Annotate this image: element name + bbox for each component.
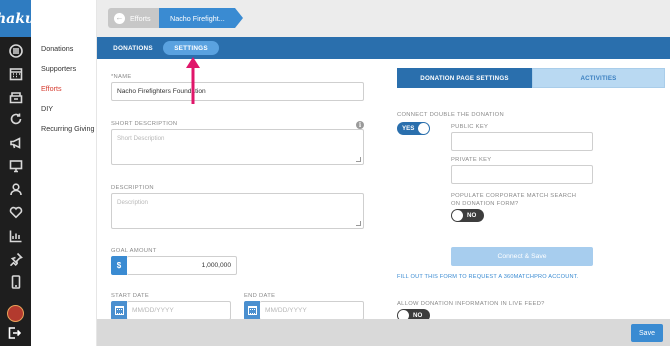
calendar-icon[interactable] — [244, 301, 260, 320]
populate-label: POPULATE CORPORATE MATCH SEARCH — [451, 193, 577, 199]
settings-panel: *NAME Nacho Firefighters Foundation SHOR… — [97, 59, 670, 346]
haku-logo[interactable]: haku — [0, 0, 35, 37]
arrow-left-icon: ← — [114, 12, 125, 24]
breadcrumb-back-button[interactable]: ← Efforts — [108, 8, 159, 28]
resize-handle[interactable] — [356, 221, 361, 226]
live-feed-label: ALLOW DONATION INFORMATION IN LIVE FEED? — [397, 301, 545, 307]
info-icon[interactable]: i — [356, 121, 364, 129]
breadcrumb-current: Nacho Firefight... — [159, 8, 243, 28]
start-date-field[interactable]: MM/DD/YYYY — [127, 301, 231, 320]
annotation-arrow — [186, 57, 200, 104]
action-bar: Save — [97, 319, 670, 346]
app-window: haku Donations Supporters Efforts DIY Re… — [0, 0, 670, 346]
description-field[interactable]: Description — [111, 193, 364, 229]
connect-save-button[interactable]: Connect & Save — [451, 247, 593, 266]
populate-toggle[interactable]: NO — [451, 209, 484, 222]
short-description-label: SHORT DESCRIPTION — [111, 121, 178, 127]
connect-label: CONNECT DOUBLE THE DONATION — [397, 112, 504, 118]
description-placeholder: Description — [117, 199, 148, 206]
subnav-item-recurring-giving[interactable]: Recurring Giving — [41, 124, 95, 133]
end-date-label: END DATE — [244, 293, 276, 299]
name-field[interactable]: Nacho Firefighters Foundation — [111, 82, 364, 101]
live-feed-toggle-label: NO — [413, 312, 423, 319]
tab-settings[interactable]: SETTINGS — [163, 41, 219, 55]
bar-chart-icon[interactable] — [7, 227, 24, 244]
tab-activities[interactable]: ACTIVITIES — [532, 68, 665, 88]
user-avatar[interactable] — [7, 305, 24, 322]
goal-amount-field[interactable]: 1,000,000 — [127, 256, 237, 275]
heart-icon[interactable] — [7, 203, 24, 220]
short-description-placeholder: Short Description — [117, 135, 165, 142]
logout-icon[interactable] — [7, 326, 24, 341]
tab-bar: DONATIONS SETTINGS — [97, 37, 670, 59]
calendar-icon[interactable] — [7, 65, 24, 82]
public-key-field[interactable] — [451, 132, 593, 151]
populate-toggle-label: NO — [467, 212, 477, 219]
icon-rail: haku — [0, 0, 35, 346]
request-account-link[interactable]: FILL OUT THIS FORM TO REQUEST A 360MATCH… — [397, 274, 578, 280]
start-date-label: START DATE — [111, 293, 150, 299]
mobile-icon[interactable] — [7, 273, 24, 290]
dollar-prefix: $ — [111, 256, 127, 275]
short-description-field[interactable]: Short Description — [111, 129, 364, 165]
breadcrumb: ← Efforts Nacho Firefight... — [97, 0, 670, 37]
calendar-icon[interactable] — [111, 301, 127, 320]
refresh-icon[interactable] — [7, 110, 24, 127]
section-nav: Donations Supporters Efforts DIY Recurri… — [31, 0, 97, 346]
subnav-item-donations[interactable]: Donations — [41, 44, 73, 53]
save-button[interactable]: Save — [631, 324, 663, 342]
populate-label-line2: ON DONATION FORM? — [451, 201, 519, 207]
name-label: *NAME — [111, 74, 132, 80]
private-key-field[interactable] — [451, 165, 593, 184]
start-date-placeholder: MM/DD/YYYY — [132, 307, 174, 314]
private-key-label: PRIVATE KEY — [451, 157, 492, 163]
connect-toggle[interactable]: YES — [397, 122, 430, 135]
megaphone-icon[interactable] — [7, 134, 24, 151]
end-date-placeholder: MM/DD/YYYY — [265, 307, 307, 314]
breadcrumb-back-label: Efforts — [130, 13, 151, 23]
users-icon[interactable] — [7, 180, 24, 197]
goal-amount-label: GOAL AMOUNT — [111, 248, 157, 254]
subnav-item-supporters[interactable]: Supporters — [41, 64, 76, 73]
connect-toggle-label: YES — [402, 125, 415, 132]
pin-icon[interactable] — [7, 250, 24, 267]
description-label: DESCRIPTION — [111, 185, 154, 191]
inbox-icon[interactable] — [7, 88, 24, 105]
subnav-item-diy[interactable]: DIY — [41, 104, 53, 113]
public-key-label: PUBLIC KEY — [451, 124, 489, 130]
resize-handle[interactable] — [356, 157, 361, 162]
monitor-icon[interactable] — [7, 157, 24, 174]
tab-donation-page-settings[interactable]: DONATION PAGE SETTINGS — [397, 68, 532, 88]
dashboard-icon[interactable] — [7, 42, 24, 59]
subnav-item-efforts[interactable]: Efforts — [41, 84, 62, 93]
tab-donations[interactable]: DONATIONS — [109, 41, 157, 55]
end-date-field[interactable]: MM/DD/YYYY — [260, 301, 364, 320]
